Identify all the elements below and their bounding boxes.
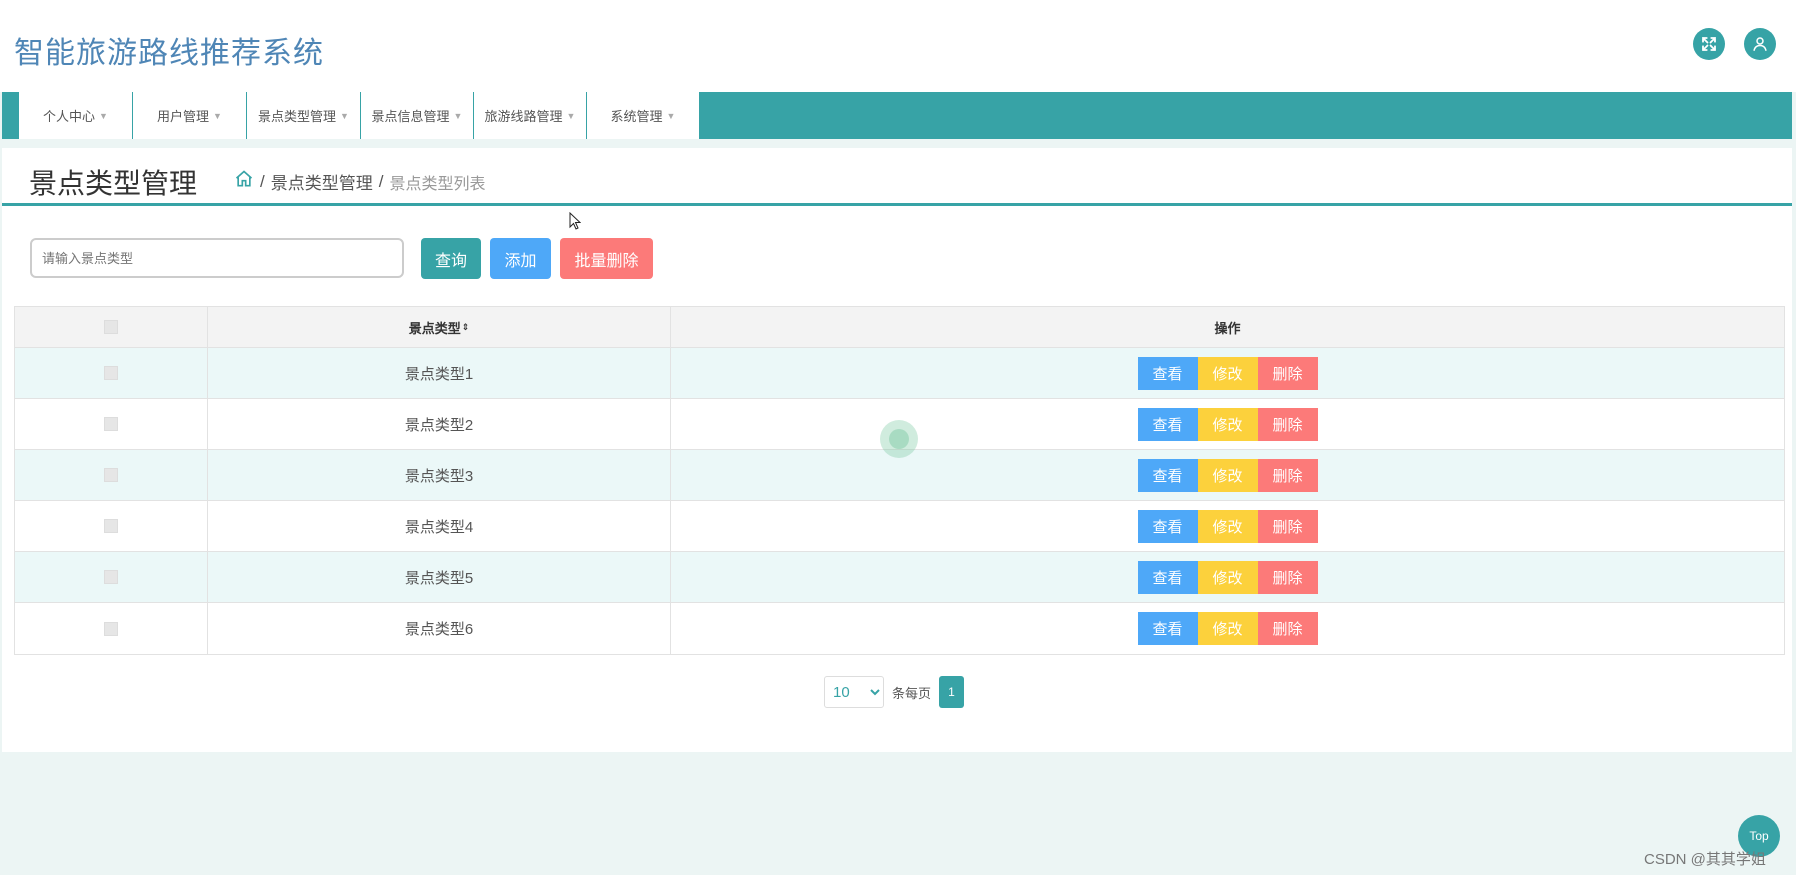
view-button[interactable]: 查看: [1137, 612, 1198, 645]
delete-button[interactable]: 删除: [1257, 560, 1318, 594]
delete-button[interactable]: 删除: [1257, 509, 1318, 543]
pagination: 10 条每页 1: [824, 676, 965, 708]
app-title: 智能旅游路线推荐系统: [14, 37, 324, 70]
home-icon[interactable]: [234, 169, 254, 194]
sort-icon[interactable]: ⇕: [462, 322, 470, 333]
check-cell: [15, 450, 208, 500]
nav-item-label: 景点类型管理: [258, 109, 337, 124]
nav-item-label: 用户管理: [157, 109, 210, 124]
check-cell: [15, 552, 208, 602]
type-cell: 景点类型6: [208, 603, 671, 654]
page-title: 景点类型管理: [29, 168, 198, 199]
ops-cell: 查看 修改 删除: [671, 450, 1784, 500]
nav-item-personal-center[interactable]: 个人中心 ▼: [19, 92, 133, 139]
row-checkbox[interactable]: [104, 519, 118, 533]
type-cell: 景点类型4: [208, 501, 671, 551]
delete-button[interactable]: 删除: [1257, 356, 1318, 390]
caret-down-icon: ▼: [340, 110, 349, 121]
select-all-checkbox[interactable]: [104, 320, 118, 334]
nav-item-label: 个人中心: [43, 109, 96, 124]
top-nav: 个人中心 ▼ 用户管理 ▼ 景点类型管理 ▼ 景点信息管理 ▼ 旅游线路管理 ▼ 系统管理…: [2, 92, 1792, 139]
nav-item-label: 系统管理: [610, 109, 663, 124]
type-cell: 景点类型1: [208, 348, 671, 398]
fullscreen-icon[interactable]: [1693, 28, 1725, 60]
caret-down-icon: ▼: [566, 110, 576, 121]
search-button[interactable]: 查询: [421, 238, 481, 279]
check-cell: [15, 348, 208, 398]
per-page-label: 条每页: [892, 685, 932, 701]
breadcrumb-separator: /: [378, 171, 384, 191]
nav-item-label: 景点信息管理: [371, 109, 450, 124]
type-cell: 景点类型5: [208, 552, 671, 602]
click-indicator: [880, 420, 918, 458]
caret-down-icon: ▼: [99, 110, 108, 121]
edit-button[interactable]: 修改: [1197, 458, 1258, 492]
delete-button[interactable]: 删除: [1257, 458, 1318, 492]
caret-down-icon: ▼: [453, 110, 463, 121]
page-size-select[interactable]: 10: [824, 676, 884, 708]
page-title-bar: 景点类型管理 / 景点类型管理 / 景点类型列表: [2, 148, 1792, 206]
page-number-button[interactable]: 1: [939, 676, 965, 708]
data-table: 景点类型 ⇕ 操作 景点类型1 查看 修改 删除 景点类型2 查看 修改 删除 景…: [14, 306, 1785, 655]
header-ops-cell: 操作: [671, 307, 1784, 347]
ops-cell: 查看 修改 删除: [671, 348, 1784, 398]
nav-item-route-management[interactable]: 旅游线路管理 ▼: [474, 92, 587, 139]
view-button[interactable]: 查看: [1137, 458, 1198, 492]
user-icon[interactable]: [1744, 28, 1776, 60]
delete-button[interactable]: 删除: [1257, 407, 1318, 441]
view-button[interactable]: 查看: [1137, 356, 1198, 390]
check-cell: [15, 603, 208, 654]
edit-button[interactable]: 修改: [1197, 612, 1258, 645]
edit-button[interactable]: 修改: [1197, 407, 1258, 441]
delete-button[interactable]: 删除: [1257, 612, 1318, 645]
check-cell: [15, 501, 208, 551]
breadcrumb: / 景点类型管理 / 景点类型列表: [234, 169, 485, 194]
row-checkbox[interactable]: [104, 366, 118, 380]
header-ops-label: 操作: [1214, 320, 1241, 336]
header-type-label: 景点类型: [408, 320, 461, 336]
type-cell: 景点类型2: [208, 399, 671, 449]
nav-item-user-management[interactable]: 用户管理 ▼: [133, 92, 247, 139]
view-button[interactable]: 查看: [1137, 509, 1198, 543]
breadcrumb-parent[interactable]: 景点类型管理: [271, 169, 373, 194]
view-button[interactable]: 查看: [1137, 407, 1198, 441]
table-row: 景点类型5 查看 修改 删除: [15, 552, 1784, 603]
row-checkbox[interactable]: [104, 417, 118, 431]
nav-item-scenic-info-management[interactable]: 景点信息管理 ▼: [361, 92, 474, 139]
row-checkbox[interactable]: [104, 621, 118, 636]
ops-cell: 查看 修改 删除: [671, 603, 1784, 654]
edit-button[interactable]: 修改: [1197, 356, 1258, 390]
header-type-cell[interactable]: 景点类型 ⇕: [208, 307, 671, 347]
breadcrumb-separator: /: [260, 171, 265, 191]
check-cell: [15, 399, 208, 449]
search-input[interactable]: [30, 238, 404, 278]
ops-cell: 查看 修改 删除: [671, 501, 1784, 551]
nav-item-system-management[interactable]: 系统管理 ▼: [587, 92, 700, 139]
edit-button[interactable]: 修改: [1197, 560, 1258, 594]
table-row: 景点类型4 查看 修改 删除: [15, 501, 1784, 552]
type-cell: 景点类型3: [208, 450, 671, 500]
nav-item-scenic-type-management[interactable]: 景点类型管理 ▼: [247, 92, 361, 139]
watermark: CSDN @其其学姐: [1644, 851, 1766, 868]
caret-down-icon: ▼: [213, 110, 222, 121]
caret-down-icon: ▼: [666, 110, 676, 121]
batch-delete-button[interactable]: 批量删除: [560, 238, 653, 279]
view-button[interactable]: 查看: [1137, 560, 1198, 594]
table-row: 景点类型6 查看 修改 删除: [15, 603, 1784, 654]
ops-cell: 查看 修改 删除: [671, 399, 1784, 449]
header-check-cell: [15, 307, 208, 347]
breadcrumb-current: 景点类型列表: [389, 175, 486, 193]
ops-cell: 查看 修改 删除: [671, 552, 1784, 602]
table-row: 景点类型1 查看 修改 删除: [15, 348, 1784, 399]
mouse-pointer-icon: [569, 212, 581, 230]
edit-button[interactable]: 修改: [1197, 509, 1258, 543]
header: 智能旅游路线推荐系统: [0, 0, 1796, 92]
row-checkbox[interactable]: [104, 570, 118, 584]
table-header-row: 景点类型 ⇕ 操作: [15, 307, 1784, 348]
nav-item-label: 旅游线路管理: [484, 109, 563, 124]
add-button[interactable]: 添加: [490, 238, 551, 279]
row-checkbox[interactable]: [104, 468, 118, 482]
